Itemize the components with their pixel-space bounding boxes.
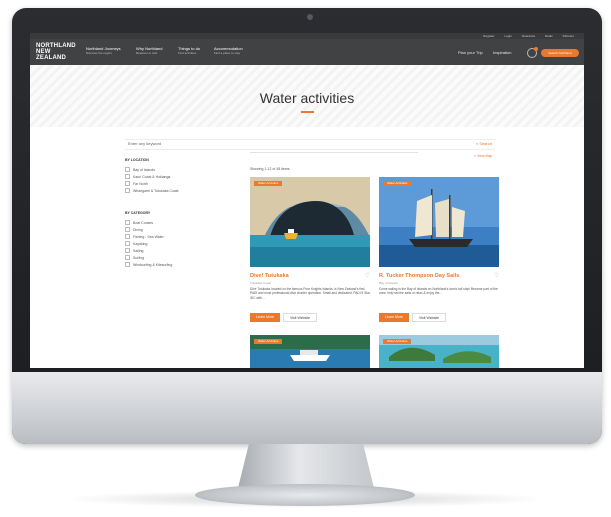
filter-category-windsurfing[interactable]: Windsurfing & Kitesurfing [125, 261, 233, 268]
filter-heading-location: BY LOCATION [125, 158, 149, 162]
filter-label: Whangarei & Tutukaka Coast [133, 188, 179, 193]
listing-card: Water Activities [250, 335, 370, 368]
filter-sidebar: BY LOCATION Bay of Islands Kauri Coast &… [125, 155, 233, 268]
filter-label: Windsurfing & Kitesurfing [133, 262, 173, 267]
filter-category-sailing[interactable]: Sailing [125, 247, 233, 254]
filter-category-boat-cruises[interactable]: Boat Cruises [125, 219, 233, 226]
monitor-chin [12, 372, 602, 444]
checkbox[interactable] [125, 248, 130, 253]
listing-location: Bay of Islands [379, 281, 398, 285]
search-input[interactable]: Enter any keyword [128, 141, 161, 146]
nav-plan-your-trip[interactable]: Plan your Trip [458, 50, 483, 55]
monitor-stand [238, 444, 374, 488]
checkbox[interactable] [125, 255, 130, 260]
listing-title[interactable]: R. Tucker Thompson Day Sails [379, 273, 459, 279]
nav-inspiration[interactable]: Inspiration [493, 50, 511, 55]
listing-description: Come sailing in the Bay of Islands on No… [379, 287, 498, 296]
listing-title[interactable]: Dive! Tutukaka [250, 273, 289, 279]
learn-more-button[interactable]: Learn More [379, 313, 409, 322]
filter-category-diving[interactable]: Diving [125, 226, 233, 233]
top-navigation: NORTHLAND NEW ZEALAND Northland Journeys… [30, 39, 584, 65]
view-map-label: View Map [476, 154, 493, 158]
visit-website-button[interactable]: Visit Website [283, 313, 317, 322]
filter-category-fishing[interactable]: Fishing - Sea Water [125, 233, 233, 240]
checkbox[interactable] [125, 174, 130, 179]
nav-things-to-do[interactable]: Things to do Find activities [178, 46, 200, 55]
listing-card: Water Activities [379, 335, 499, 368]
filter-category-surfing[interactable]: Surfing [125, 254, 233, 261]
filter-label: Surfing [133, 255, 145, 260]
results-count: Showing 1-12 of 48 items [250, 167, 290, 171]
monitor-stand-base [195, 484, 415, 506]
search-northland-button[interactable]: Search Northland [541, 49, 579, 57]
filter-label: Sailing [133, 248, 144, 253]
filter-location-bay-of-islands[interactable]: Bay of Islands [125, 166, 233, 173]
site-logo[interactable]: NORTHLAND NEW ZEALAND [36, 43, 76, 61]
page-hero: Water activities [30, 65, 584, 127]
checkbox[interactable] [125, 262, 130, 267]
filter-label: Kauri Coast & Hokianga [133, 174, 171, 179]
nav-subtitle: Find a place to stay [214, 51, 241, 55]
favourite-heart-icon[interactable]: ♡ [494, 272, 499, 279]
listing-card: Water Activities R. Tucker Thompson Day … [379, 177, 499, 327]
search-button[interactable]: ⌕ Search [476, 141, 492, 146]
filter-heading-category: BY CATEGORY [125, 211, 151, 215]
category-tag: Water Activities [254, 339, 283, 344]
checkbox[interactable] [125, 241, 130, 246]
filter-category-kayaking[interactable]: Kayaking [125, 240, 233, 247]
filter-label: Far North [133, 181, 148, 186]
filter-location-whangarei[interactable]: Whangarei & Tutukaka Coast [125, 187, 233, 194]
nav-subtitle: Reasons to visit [136, 51, 158, 55]
nav-subtitle: Find activities [178, 51, 197, 55]
nav-accommodation[interactable]: Accommodation Find a place to stay [214, 46, 243, 55]
page-title: Water activities [259, 90, 355, 106]
checkbox[interactable] [125, 234, 130, 239]
listing-photo-sea-cave[interactable]: Water Activities [250, 177, 370, 267]
listing-description: Dive Tutukaka located on the famous Poor… [250, 287, 371, 300]
listing-photo-tall-ship[interactable]: Water Activities [379, 177, 499, 267]
cart-badge [534, 47, 538, 51]
checkbox[interactable] [125, 227, 130, 232]
nav-why-northland[interactable]: Why Northland Reasons to visit [136, 46, 162, 55]
visit-website-button[interactable]: Visit Website [412, 313, 446, 322]
listing-card: Water Activities Dive! Tutukaka ♡ Tutuka… [250, 177, 370, 327]
filter-label: Boat Cruises [133, 220, 154, 225]
logo-line-2: NEW ZEALAND [36, 49, 67, 61]
filter-location-far-north[interactable]: Far North [125, 180, 233, 187]
category-tag: Water Activities [383, 181, 412, 186]
checkbox[interactable] [125, 220, 130, 225]
filter-label: Kayaking [133, 241, 148, 246]
category-tag: Water Activities [254, 181, 283, 186]
keyword-search: Enter any keyword ⌕ Search [125, 139, 495, 150]
browser-screen: Register Login Itineraries Deals Partner… [30, 33, 584, 368]
category-tag: Water Activities [383, 339, 412, 344]
listing-photo-islands[interactable]: Water Activities [379, 335, 499, 368]
listing-location: Tutukaka Coast [250, 281, 271, 285]
filter-label: Fishing - Sea Water [133, 234, 164, 239]
filter-label: Diving [133, 227, 143, 232]
filter-location-kauri-coast[interactable]: Kauri Coast & Hokianga [125, 173, 233, 180]
title-underline [301, 111, 314, 113]
divider [250, 152, 418, 153]
checkbox[interactable] [125, 181, 130, 186]
nav-subtitle: Discover the region [86, 51, 112, 55]
favourite-heart-icon[interactable]: ♡ [365, 272, 370, 279]
checkbox[interactable] [125, 167, 130, 172]
checkbox[interactable] [125, 188, 130, 193]
listing-photo-boat[interactable]: Water Activities [250, 335, 370, 368]
camera-icon [307, 14, 313, 20]
learn-more-button[interactable]: Learn More [250, 313, 280, 322]
cart-icon[interactable] [527, 47, 538, 58]
view-map-link[interactable]: ⌖ View Map [474, 154, 492, 158]
search-button-label: Search [479, 141, 492, 146]
filter-label: Bay of Islands [133, 167, 155, 172]
nav-northland-journeys[interactable]: Northland Journeys Discover the region [86, 46, 121, 55]
